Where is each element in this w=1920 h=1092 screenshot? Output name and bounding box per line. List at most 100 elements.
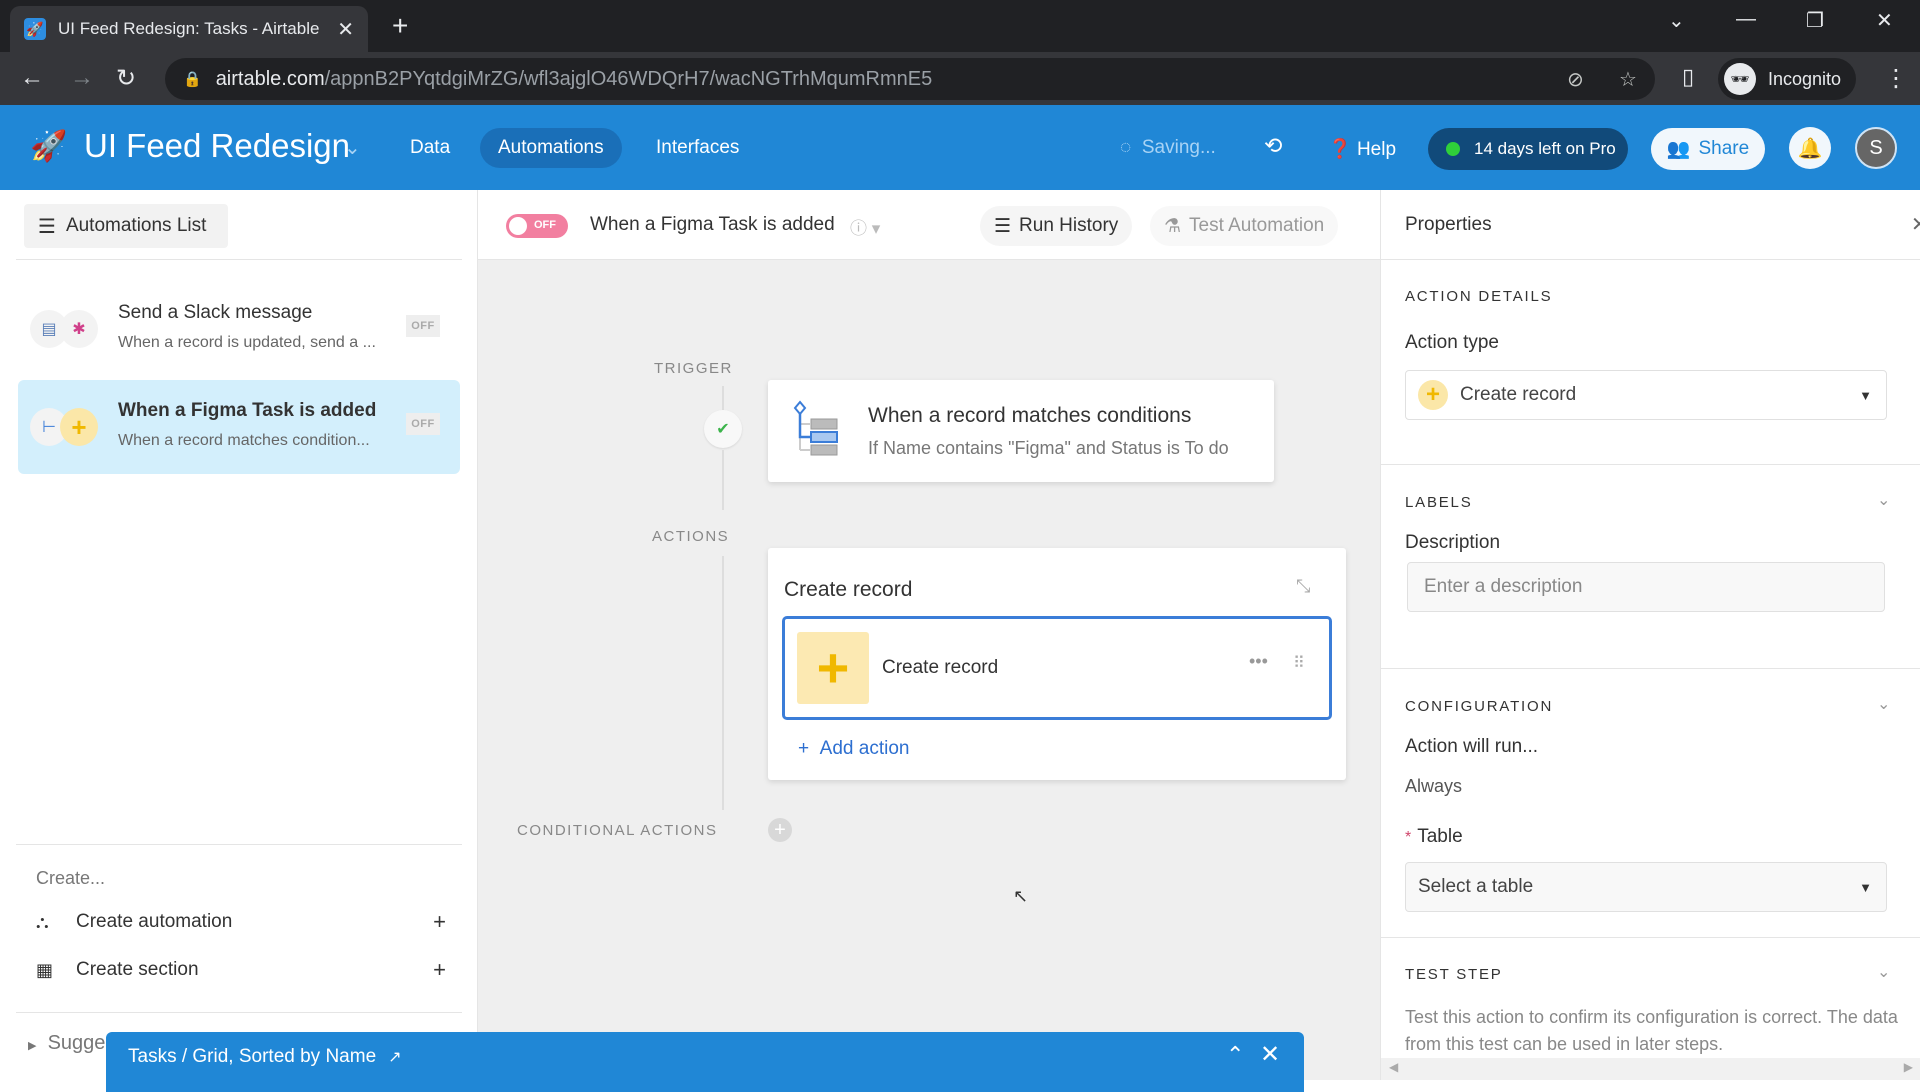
run-history-button[interactable]: ☰ Run History xyxy=(980,206,1133,246)
automation-name: Send a Slack message xyxy=(118,302,313,323)
automations-sidebar: ☰ Automations List ▤ ✱ Send a Slack mess… xyxy=(0,190,478,1080)
action-group-card: Create record ⤡ + Create record ••• ⠿ + … xyxy=(768,548,1346,780)
trigger-subtitle: If Name contains "Figma" and Status is T… xyxy=(868,438,1229,458)
external-link-icon[interactable]: ↗ xyxy=(388,1049,401,1066)
create-section-button[interactable]: ▦ Create section + xyxy=(36,954,446,986)
table-preview-label: Tasks / Grid, Sorted by Name xyxy=(128,1046,377,1067)
incognito-icon: 🕶 xyxy=(1724,63,1756,95)
automation-item-slack[interactable]: ▤ ✱ Send a Slack message When a record i… xyxy=(18,282,460,376)
trial-badge[interactable]: 14 days left on Pro xyxy=(1428,128,1628,170)
chevron-down-icon[interactable]: ⌄ xyxy=(1877,962,1890,982)
reload-icon[interactable]: ↻ xyxy=(116,64,136,93)
window-close-icon[interactable]: ✕ xyxy=(1876,8,1893,33)
nav-tab-data[interactable]: Data xyxy=(392,128,468,168)
connector-line xyxy=(722,450,724,510)
add-action-button[interactable]: + Add action xyxy=(798,738,909,760)
notifications-bell-icon[interactable]: 🔔 xyxy=(1789,127,1831,169)
lock-icon: 🔒 xyxy=(183,71,202,88)
action-group-title: Create record xyxy=(784,578,913,601)
nav-tab-interfaces[interactable]: Interfaces xyxy=(638,128,757,168)
tracking-protection-eye-off-icon[interactable]: ⊘ xyxy=(1567,67,1584,92)
rocket-icon: 🚀 xyxy=(30,130,68,163)
table-select-placeholder: Select a table xyxy=(1418,876,1534,897)
forward-icon[interactable]: → xyxy=(70,64,94,92)
trial-label: 14 days left on Pro xyxy=(1474,139,1616,158)
collapse-icon[interactable]: ⤡ xyxy=(1296,576,1310,597)
avatar[interactable]: S xyxy=(1855,127,1897,169)
divider xyxy=(1381,464,1920,465)
close-icon[interactable]: ✕ xyxy=(1911,212,1920,237)
chevron-down-icon[interactable]: ⌄ xyxy=(344,135,361,160)
minimize-icon[interactable]: — xyxy=(1736,8,1756,31)
action-type-dropdown[interactable]: + Create record ▼ xyxy=(1405,370,1887,420)
test-step-heading: TEST STEP xyxy=(1405,966,1503,983)
trigger-card[interactable]: When a record matches conditions If Name… xyxy=(768,380,1274,482)
horizontal-scrollbar[interactable]: ◀ ▶ xyxy=(1381,1058,1920,1080)
scroll-right-icon[interactable]: ▶ xyxy=(1904,1060,1913,1074)
trigger-section-label: TRIGGER xyxy=(654,360,733,377)
side-panel-icon[interactable]: ▯ xyxy=(1682,64,1694,90)
more-options-icon[interactable]: ••• xyxy=(1249,651,1268,672)
table-select-dropdown[interactable]: Select a table ▼ xyxy=(1405,862,1887,912)
url-domain: airtable.com xyxy=(215,67,325,90)
automation-description: When a record matches condition... xyxy=(118,432,370,449)
browser-menu-icon[interactable]: ⋮ xyxy=(1884,64,1908,93)
action-details-heading: ACTION DETAILS xyxy=(1405,288,1553,305)
plus-icon[interactable]: + xyxy=(433,909,446,935)
base-name[interactable]: UI Feed Redesign xyxy=(84,127,350,165)
conditional-actions-label: CONDITIONAL ACTIONS xyxy=(517,822,718,839)
conditions-tree-icon xyxy=(793,400,838,456)
spinner-icon: ◌ xyxy=(1120,137,1132,158)
profile-label: Incognito xyxy=(1768,68,1842,89)
run-history-label: Run History xyxy=(1019,215,1119,236)
scroll-left-icon[interactable]: ◀ xyxy=(1389,1060,1398,1074)
chevron-down-icon[interactable]: ⌄ xyxy=(1877,490,1890,510)
nav-tab-automations[interactable]: Automations xyxy=(480,128,622,168)
restore-icon[interactable]: ❐ xyxy=(1806,8,1824,33)
expand-chevron-up-icon[interactable]: ⌃ xyxy=(1226,1042,1244,1068)
connector-line xyxy=(722,556,724,810)
create-automation-label: Create automation xyxy=(76,911,233,932)
properties-panel: Properties ✕ ACTION DETAILS Action type … xyxy=(1380,190,1920,1080)
plus-icon[interactable]: + xyxy=(433,957,446,983)
automation-name: When a Figma Task is added xyxy=(118,400,377,421)
drag-handle-icon[interactable]: ⠿ xyxy=(1293,653,1305,673)
address-bar[interactable]: 🔒 airtable.com/appnB2PYqtdgiMrZG/wfl3ajg… xyxy=(165,58,1655,100)
back-icon[interactable]: ← xyxy=(20,64,44,92)
tab-title: UI Feed Redesign: Tasks - Airtable xyxy=(58,19,320,38)
history-icon[interactable]: ⟲ xyxy=(1264,133,1282,159)
automation-item-figma[interactable]: ⊢ + When a Figma Task is added When a re… xyxy=(18,380,460,474)
description-input[interactable] xyxy=(1407,562,1885,612)
automation-on-off-toggle[interactable]: OFF xyxy=(506,214,568,238)
create-record-plus-icon: + xyxy=(797,632,869,704)
chevron-down-icon[interactable]: ⌄ xyxy=(1877,694,1890,714)
configuration-heading: CONFIGURATION xyxy=(1405,698,1554,715)
description-label: Description xyxy=(1405,532,1501,553)
help-button[interactable]: ❓ Help xyxy=(1328,137,1396,161)
new-tab-icon[interactable]: + xyxy=(392,10,408,42)
properties-title: Properties xyxy=(1405,214,1492,235)
divider xyxy=(16,844,462,845)
share-button[interactable]: 👥 Share xyxy=(1651,128,1765,170)
browser-tab[interactable]: 🚀 UI Feed Redesign: Tasks - Airtable ✕ xyxy=(10,6,368,52)
incognito-profile-button[interactable]: 🕶 Incognito xyxy=(1718,58,1856,100)
tab-close-icon[interactable]: ✕ xyxy=(337,17,354,42)
create-automation-button[interactable]: ⛬ Create automation + xyxy=(36,906,446,938)
automation-hierarchy-icon: ⛬ xyxy=(36,911,49,932)
saving-status: ◌ Saving... xyxy=(1120,137,1216,159)
labels-heading: LABELS xyxy=(1405,494,1473,511)
status-dot-icon xyxy=(1446,142,1460,156)
table-preview-bar[interactable]: Tasks / Grid, Sorted by Name ↗ ⌃ ✕ xyxy=(106,1032,1304,1092)
close-icon[interactable]: ✕ xyxy=(1260,1040,1280,1069)
tab-search-chevron-icon[interactable]: ⌄ xyxy=(1668,8,1685,33)
bookmark-star-icon[interactable]: ☆ xyxy=(1619,67,1637,92)
info-icon[interactable]: ⓘ ▾ xyxy=(850,214,880,239)
divider xyxy=(1381,937,1920,938)
test-automation-button[interactable]: ⚗ Test Automation xyxy=(1150,206,1339,246)
toggle-knob xyxy=(509,217,527,235)
users-icon: 👥 xyxy=(1666,139,1691,160)
automations-list-button[interactable]: ☰ Automations List xyxy=(24,204,228,248)
add-conditional-action-icon[interactable]: + xyxy=(768,818,792,842)
action-step-create-record[interactable]: + Create record ••• ⠿ xyxy=(782,616,1332,720)
automation-title[interactable]: When a Figma Task is added xyxy=(590,214,835,236)
